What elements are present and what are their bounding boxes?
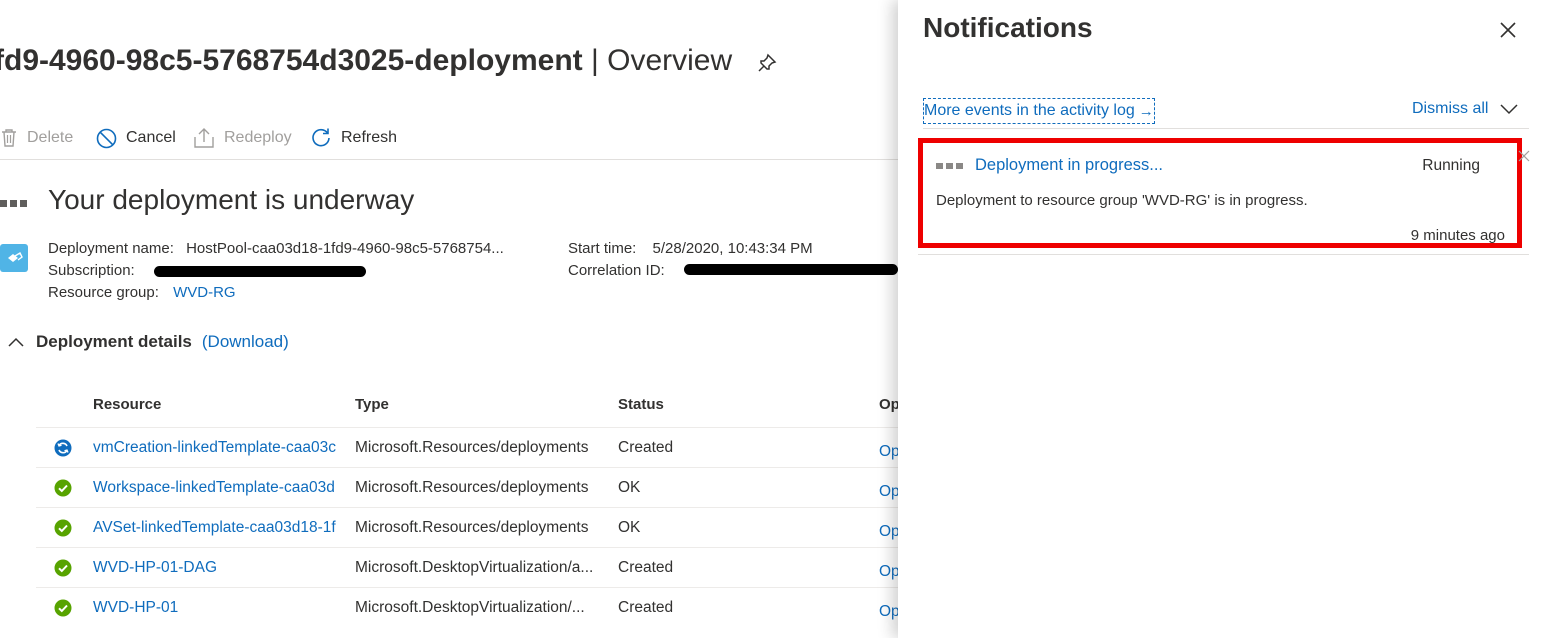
in-progress-icon: [936, 163, 963, 169]
chevron-down-icon[interactable]: [1500, 103, 1518, 115]
deployment-details-title: Deployment details: [36, 332, 192, 351]
table-row: Workspace-linkedTemplate-caa03d Microsof…: [36, 467, 898, 507]
resource-link[interactable]: WVD-HP-01-DAG: [93, 548, 347, 588]
correlation-id-row: Correlation ID:: [568, 262, 665, 279]
notification-title[interactable]: Deployment in progress...: [975, 156, 1163, 175]
dismiss-notification-icon[interactable]: [1518, 150, 1530, 162]
operation-link[interactable]: Op: [879, 512, 898, 552]
page-title: fd9-4960-98c5-5768754d3025-deployment | …: [0, 44, 732, 78]
cancel-label: Cancel: [126, 129, 176, 146]
delete-button[interactable]: Delete: [0, 124, 73, 152]
deployment-name-label: Deployment name:: [48, 240, 174, 257]
activity-log-link[interactable]: More events in the activity log →: [923, 98, 1155, 124]
deployment-icon: [0, 244, 28, 272]
panel-divider: [923, 128, 1529, 129]
column-header-type[interactable]: Type: [355, 396, 389, 413]
cancel-button[interactable]: Cancel: [96, 124, 176, 152]
title-separator: |: [582, 44, 608, 77]
deployment-title: fd9-4960-98c5-5768754d3025-deployment: [0, 44, 583, 77]
check-circle-icon: [54, 559, 72, 577]
start-time-label: Start time:: [568, 240, 637, 257]
operation-link[interactable]: Op: [879, 592, 898, 632]
notification-status: Running: [1422, 157, 1480, 174]
notifications-panel: Notifications More events in the activit…: [898, 0, 1546, 638]
sync-icon: [54, 439, 72, 457]
refresh-button[interactable]: Refresh: [310, 124, 397, 152]
status-headline: Your deployment is underway: [48, 184, 415, 215]
start-time-row: Start time: 5/28/2020, 10:43:34 PM: [568, 240, 813, 257]
check-circle-icon: [54, 479, 72, 497]
resource-group-link[interactable]: WVD-RG: [173, 284, 236, 301]
resource-group-label: Resource group:: [48, 284, 159, 301]
subscription-row: Subscription:: [48, 262, 135, 279]
redeploy-button[interactable]: Redeploy: [193, 124, 292, 152]
table-row: WVD-HP-01 Microsoft.DesktopVirtualizatio…: [36, 587, 898, 627]
resource-status: OK: [618, 479, 641, 496]
subscription-label: Subscription:: [48, 262, 135, 279]
deployment-overview: fd9-4960-98c5-5768754d3025-deployment | …: [0, 0, 898, 638]
column-header-resource[interactable]: Resource: [93, 396, 161, 413]
pin-icon[interactable]: [757, 53, 777, 73]
operation-link[interactable]: Op: [879, 432, 898, 472]
deployment-name-value: HostPool-caa03d18-1fd9-4960-98c5-5768754…: [186, 240, 504, 257]
download-link[interactable]: (Download): [202, 332, 289, 352]
cancel-icon: [96, 128, 117, 148]
in-progress-icon: [0, 200, 27, 207]
resource-status: Created: [618, 599, 674, 616]
redacted-subscription: [154, 266, 366, 277]
resource-status: Created: [618, 559, 674, 576]
toolbar-divider: [0, 159, 898, 160]
notification-item[interactable]: Deployment in progress... Running Deploy…: [918, 138, 1522, 248]
activity-log-label: More events in the activity log: [924, 102, 1135, 119]
notification-message: Deployment to resource group 'WVD-RG' is…: [936, 192, 1308, 209]
resource-type: Microsoft.Resources/deployments: [355, 439, 589, 456]
redacted-correlation-id: [684, 264, 898, 275]
table-row: vmCreation-linkedTemplate-caa03c Microso…: [36, 427, 898, 467]
notification-divider: [918, 254, 1529, 255]
column-header-status[interactable]: Status: [618, 396, 664, 413]
table-row: AVSet-linkedTemplate-caa03d18-1f Microso…: [36, 507, 898, 547]
resource-status: OK: [618, 519, 641, 536]
redeploy-label: Redeploy: [224, 129, 292, 146]
deployment-name-row: Deployment name: HostPool-caa03d18-1fd9-…: [48, 240, 504, 257]
refresh-label: Refresh: [341, 129, 398, 146]
resource-link[interactable]: vmCreation-linkedTemplate-caa03c: [93, 428, 347, 468]
table-row: WVD-HP-01-DAG Microsoft.DesktopVirtualiz…: [36, 547, 898, 587]
resource-type: Microsoft.DesktopVirtualization/...: [355, 599, 585, 616]
resource-type: Microsoft.Resources/deployments: [355, 519, 589, 536]
start-time-value: 5/28/2020, 10:43:34 PM: [652, 240, 813, 257]
dismiss-all-button[interactable]: Dismiss all: [1412, 100, 1488, 118]
operation-link[interactable]: Op: [879, 552, 898, 592]
resource-group-row: Resource group: WVD-RG: [48, 284, 236, 301]
title-suffix: Overview: [607, 44, 733, 77]
delete-label: Delete: [27, 129, 74, 146]
resource-link[interactable]: Workspace-linkedTemplate-caa03d: [93, 468, 347, 508]
check-circle-icon: [54, 519, 72, 537]
chevron-up-icon[interactable]: [8, 337, 24, 347]
resource-link[interactable]: WVD-HP-01: [93, 588, 347, 628]
resource-link[interactable]: AVSet-linkedTemplate-caa03d18-1f: [93, 508, 347, 548]
operation-link[interactable]: Op: [879, 472, 898, 512]
toolbar: Delete Cancel Redeploy Refresh: [0, 124, 898, 152]
resource-status: Created: [618, 439, 674, 456]
column-header-operation[interactable]: Op: [879, 396, 898, 413]
refresh-icon: [312, 128, 330, 147]
upload-icon: [194, 128, 214, 148]
resource-type: Microsoft.DesktopVirtualization/a...: [355, 559, 594, 576]
deployment-details-header[interactable]: Deployment details (Download): [8, 332, 289, 352]
notifications-title: Notifications: [923, 12, 1093, 43]
resource-type: Microsoft.Resources/deployments: [355, 479, 589, 496]
correlation-id-label: Correlation ID:: [568, 262, 665, 279]
arrow-right-icon: →: [1138, 102, 1154, 120]
check-circle-icon: [54, 599, 72, 617]
notification-time: 9 minutes ago: [1410, 227, 1505, 244]
trash-icon: [2, 129, 16, 147]
close-icon[interactable]: [1498, 20, 1518, 40]
